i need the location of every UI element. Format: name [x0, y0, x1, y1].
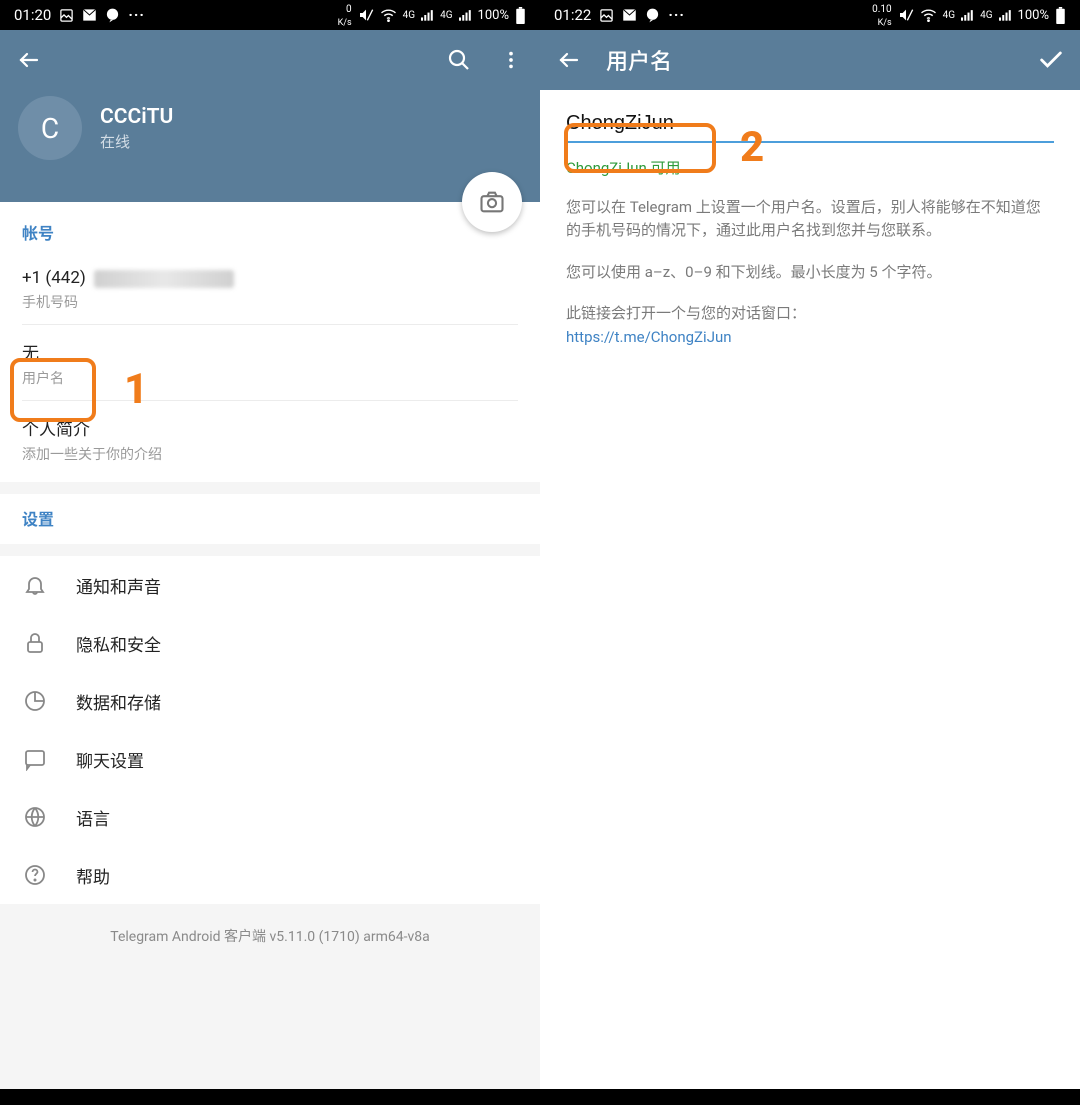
battery-text: 100% [1018, 8, 1049, 23]
settings-section-title: 设置 [22, 506, 518, 530]
menu-button[interactable] [496, 45, 526, 75]
appbar-title: 用户名 [606, 44, 672, 76]
back-button[interactable] [14, 45, 44, 75]
profile-name: CCCiTU [100, 105, 173, 129]
username-input-wrap [566, 112, 1054, 143]
bio-title: 个人简介 [22, 415, 518, 440]
setting-notifications[interactable]: 通知和声音 [0, 556, 540, 614]
username-link[interactable]: https://t.me/ChongZiJun [566, 328, 732, 346]
setting-label: 数据和存储 [76, 689, 161, 714]
chat-bubble-icon [645, 8, 660, 23]
client-version: Telegram Android 客户端 v5.11.0 (1710) arm6… [0, 904, 540, 968]
bio-hint: 添加一些关于你的介绍 [22, 444, 518, 464]
battery-text: 100% [478, 8, 509, 23]
phone-row[interactable]: +1 (442) 手机号码 [22, 258, 518, 324]
setting-data[interactable]: 数据和存储 [0, 672, 540, 730]
setting-help[interactable]: 帮助 [0, 846, 540, 904]
search-button[interactable] [444, 45, 474, 75]
bell-icon [22, 572, 48, 598]
appbar-right: 用户名 [540, 30, 1080, 90]
setting-language[interactable]: 语言 [0, 788, 540, 846]
camera-fab[interactable] [462, 172, 522, 232]
wifi-icon [380, 8, 397, 22]
profile-header: C CCCiTU 在线 [0, 90, 540, 202]
account-section-title: 帐号 [22, 220, 518, 244]
username-availability: ChongZiJun 可用 [566, 157, 1054, 178]
chat-bubble-icon [105, 8, 120, 23]
confirm-button[interactable] [1036, 45, 1066, 75]
signal-icon-1 [961, 9, 974, 21]
phone-label: 手机号码 [22, 292, 518, 312]
screenshot-left: 01:20 0 K/s 4G [0, 0, 540, 1105]
chat-icon [22, 746, 48, 772]
net-speed-unit: K/s [878, 18, 892, 28]
mute-icon [898, 7, 914, 23]
net-speed: 0 [346, 4, 352, 15]
more-icon [128, 6, 145, 24]
avatar[interactable]: C [18, 96, 82, 160]
android-navbar [0, 1089, 540, 1105]
phone-blurred [94, 270, 234, 288]
wifi-icon [920, 8, 937, 22]
status-time: 01:22 [554, 6, 591, 24]
setting-privacy[interactable]: 隐私和安全 [0, 614, 540, 672]
profile-status: 在线 [100, 131, 173, 152]
net-speed-unit: K/s [338, 18, 352, 28]
setting-label: 隐私和安全 [76, 631, 161, 656]
avatar-initial: C [41, 112, 59, 145]
phone-value: +1 (442) [22, 268, 86, 288]
image-icon [599, 8, 614, 23]
image-icon [59, 8, 74, 23]
help-icon [22, 862, 48, 888]
battery-icon [515, 7, 526, 24]
battery-icon [1055, 7, 1066, 24]
mail-icon [622, 9, 637, 21]
appbar [0, 30, 540, 90]
net-type-2: 4G [440, 10, 452, 21]
setting-chat[interactable]: 聊天设置 [0, 730, 540, 788]
username-desc-1: 您可以在 Telegram 上设置一个用户名。设置后，别人将能够在不知道您的手机… [566, 196, 1054, 243]
globe-icon [22, 804, 48, 830]
status-bar: 01:20 0 K/s 4G [0, 0, 540, 30]
signal-icon-2 [459, 9, 472, 21]
signal-icon-1 [421, 9, 434, 21]
status-bar-right: 01:22 0.10 K/s 4G [540, 0, 1080, 30]
net-speed: 0.10 [872, 4, 892, 15]
username-input[interactable] [566, 112, 1054, 135]
settings-section: 设置 [0, 494, 540, 544]
setting-label: 通知和声音 [76, 573, 161, 598]
bio-row[interactable]: 个人简介 添加一些关于你的介绍 [22, 400, 518, 476]
net-type-2: 4G [980, 10, 992, 21]
lock-icon [22, 630, 48, 656]
more-icon [668, 6, 685, 24]
account-section: 帐号 +1 (442) 手机号码 无 用户名 个人简介 添加一些关于你的介绍 [0, 202, 540, 482]
settings-list: 通知和声音 隐私和安全 数据和存储 聊天设置 语言 [0, 556, 540, 904]
signal-icon-2 [999, 9, 1012, 21]
username-edit-panel: ChongZiJun 可用 您可以在 Telegram 上设置一个用户名。设置后… [540, 90, 1080, 368]
mail-icon [82, 9, 97, 21]
net-type-1: 4G [403, 10, 415, 21]
username-label: 用户名 [22, 368, 518, 388]
username-desc-2: 您可以使用 a–z、0–9 和下划线。最小长度为 5 个字符。 [566, 261, 1054, 284]
status-time: 01:20 [14, 6, 51, 24]
mute-icon [358, 7, 374, 23]
back-button[interactable] [554, 45, 584, 75]
net-type-1: 4G [943, 10, 955, 21]
pie-icon [22, 688, 48, 714]
username-value: 无 [22, 339, 518, 364]
setting-label: 语言 [76, 805, 110, 830]
setting-label: 聊天设置 [76, 747, 144, 772]
username-row[interactable]: 无 用户名 [22, 324, 518, 400]
setting-label: 帮助 [76, 863, 110, 888]
android-navbar [540, 1089, 1080, 1105]
username-link-intro: 此链接会打开一个与您的对话窗口： [566, 302, 1054, 325]
screenshot-right: 01:22 0.10 K/s 4G [540, 0, 1080, 1105]
